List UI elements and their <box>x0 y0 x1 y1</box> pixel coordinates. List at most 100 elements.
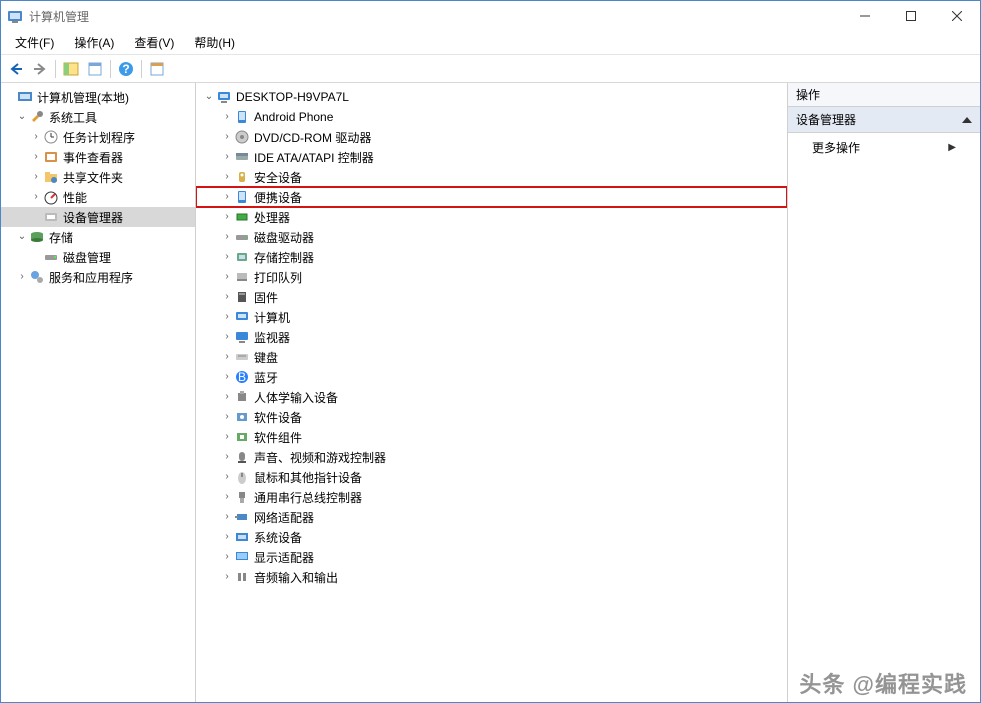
menu-action[interactable]: 操作(A) <box>64 31 124 54</box>
toolbar-separator <box>141 60 142 78</box>
expand-icon[interactable]: › <box>220 452 234 462</box>
refresh-button[interactable] <box>146 58 168 80</box>
device-category-icon <box>234 209 250 225</box>
menu-help[interactable]: 帮助(H) <box>184 31 245 54</box>
expand-icon[interactable]: › <box>220 252 234 262</box>
collapse-icon[interactable]: ⌄ <box>15 112 29 122</box>
device-category[interactable]: ›处理器 <box>196 207 787 227</box>
device-category[interactable]: ›DVD/CD-ROM 驱动器 <box>196 127 787 147</box>
actions-more[interactable]: 更多操作 ▶ <box>788 133 980 162</box>
tree-system-tools[interactable]: ⌄ 系统工具 <box>1 107 195 127</box>
expand-icon[interactable]: › <box>220 332 234 342</box>
tree-disk-management[interactable]: 磁盘管理 <box>1 247 195 267</box>
show-hide-tree-button[interactable] <box>60 58 82 80</box>
expand-icon[interactable]: › <box>220 312 234 322</box>
expand-icon[interactable]: › <box>220 192 234 202</box>
minimize-button[interactable] <box>842 1 888 31</box>
tree-device-manager[interactable]: 设备管理器 <box>1 207 195 227</box>
services-icon <box>29 269 45 285</box>
tree-task-scheduler[interactable]: › 任务计划程序 <box>1 127 195 147</box>
expand-icon[interactable]: › <box>220 432 234 442</box>
device-category[interactable]: ›软件组件 <box>196 427 787 447</box>
expand-icon[interactable]: › <box>220 212 234 222</box>
expand-icon[interactable]: › <box>220 292 234 302</box>
device-category[interactable]: ›显示适配器 <box>196 547 787 567</box>
device-category[interactable]: ›软件设备 <box>196 407 787 427</box>
expand-icon[interactable]: › <box>29 152 43 162</box>
maximize-button[interactable] <box>888 1 934 31</box>
expand-icon[interactable]: › <box>220 492 234 502</box>
expand-icon[interactable]: › <box>220 112 234 122</box>
tree-storage[interactable]: ⌄ 存储 <box>1 227 195 247</box>
collapse-icon[interactable]: ⌄ <box>15 232 29 242</box>
device-category-label: 便携设备 <box>254 189 302 206</box>
expand-icon[interactable]: › <box>29 192 43 202</box>
device-category[interactable]: ›B蓝牙 <box>196 367 787 387</box>
expand-icon[interactable]: › <box>15 272 29 282</box>
device-category[interactable]: ›磁盘驱动器 <box>196 227 787 247</box>
device-category[interactable]: ›IDE ATA/ATAPI 控制器 <box>196 147 787 167</box>
expand-icon[interactable]: › <box>29 132 43 142</box>
device-category[interactable]: ›安全设备 <box>196 167 787 187</box>
expand-icon[interactable]: › <box>29 172 43 182</box>
device-tree[interactable]: ⌄ DESKTOP-H9VPA7L ›Android Phone›DVD/CD-… <box>196 83 788 702</box>
device-category-icon <box>234 509 250 525</box>
device-category[interactable]: ›键盘 <box>196 347 787 367</box>
collapse-icon[interactable]: ⌄ <box>202 92 216 102</box>
tree-root[interactable]: 计算机管理(本地) <box>1 87 195 107</box>
expand-icon[interactable]: › <box>220 532 234 542</box>
tree-label: 服务和应用程序 <box>49 269 133 286</box>
expand-icon[interactable]: › <box>220 472 234 482</box>
tree-event-viewer[interactable]: › 事件查看器 <box>1 147 195 167</box>
device-category[interactable]: ›人体学输入设备 <box>196 387 787 407</box>
expand-icon[interactable]: › <box>220 412 234 422</box>
menu-file[interactable]: 文件(F) <box>5 31 64 54</box>
tree-shared-folders[interactable]: › 共享文件夹 <box>1 167 195 187</box>
device-category[interactable]: ›固件 <box>196 287 787 307</box>
device-category[interactable]: ›通用串行总线控制器 <box>196 487 787 507</box>
help-button[interactable]: ? <box>115 58 137 80</box>
back-button[interactable] <box>5 58 27 80</box>
device-category[interactable]: ›监视器 <box>196 327 787 347</box>
chevron-right-icon: ▶ <box>948 142 956 153</box>
expand-icon[interactable]: › <box>220 172 234 182</box>
expand-icon[interactable]: › <box>220 232 234 242</box>
device-root[interactable]: ⌄ DESKTOP-H9VPA7L <box>196 87 787 107</box>
device-category[interactable]: ›计算机 <box>196 307 787 327</box>
device-category[interactable]: ›Android Phone <box>196 107 787 127</box>
device-category[interactable]: ›系统设备 <box>196 527 787 547</box>
device-category[interactable]: ›网络适配器 <box>196 507 787 527</box>
close-button[interactable] <box>934 1 980 31</box>
expand-icon[interactable]: › <box>220 272 234 282</box>
device-category[interactable]: ›鼠标和其他指针设备 <box>196 467 787 487</box>
expand-icon[interactable]: › <box>220 392 234 402</box>
expand-icon[interactable]: › <box>220 352 234 362</box>
device-category-icon <box>234 249 250 265</box>
device-category[interactable]: › 音频输入和输出 <box>196 567 787 587</box>
tree-performance[interactable]: › 性能 <box>1 187 195 207</box>
tree-services[interactable]: › 服务和应用程序 <box>1 267 195 287</box>
device-category-icon <box>234 529 250 545</box>
menubar: 文件(F) 操作(A) 查看(V) 帮助(H) <box>1 31 980 55</box>
device-category[interactable]: ›存储控制器 <box>196 247 787 267</box>
expand-icon[interactable]: › <box>220 372 234 382</box>
expand-icon[interactable]: › <box>220 132 234 142</box>
collapse-up-icon[interactable] <box>962 117 972 123</box>
menu-view[interactable]: 查看(V) <box>124 31 184 54</box>
tree-label: 事件查看器 <box>63 149 123 166</box>
computer-mgmt-icon <box>17 89 33 105</box>
expand-icon[interactable]: › <box>220 552 234 562</box>
expand-icon[interactable]: › <box>220 152 234 162</box>
console-tree[interactable]: 计算机管理(本地) ⌄ 系统工具 › 任务计划程序 › 事件查看器 › 共享文件… <box>1 83 196 702</box>
device-category-label: 音频输入和输出 <box>254 569 338 586</box>
forward-button[interactable] <box>29 58 51 80</box>
actions-pane: 操作 设备管理器 更多操作 ▶ <box>788 83 980 702</box>
device-category[interactable]: ›声音、视频和游戏控制器 <box>196 447 787 467</box>
actions-context[interactable]: 设备管理器 <box>788 107 980 133</box>
device-category[interactable]: ›打印队列 <box>196 267 787 287</box>
expand-icon[interactable]: › <box>220 572 234 582</box>
device-category[interactable]: › 便携设备 <box>196 187 787 207</box>
window-controls <box>842 1 980 31</box>
expand-icon[interactable]: › <box>220 512 234 522</box>
properties-button[interactable] <box>84 58 106 80</box>
